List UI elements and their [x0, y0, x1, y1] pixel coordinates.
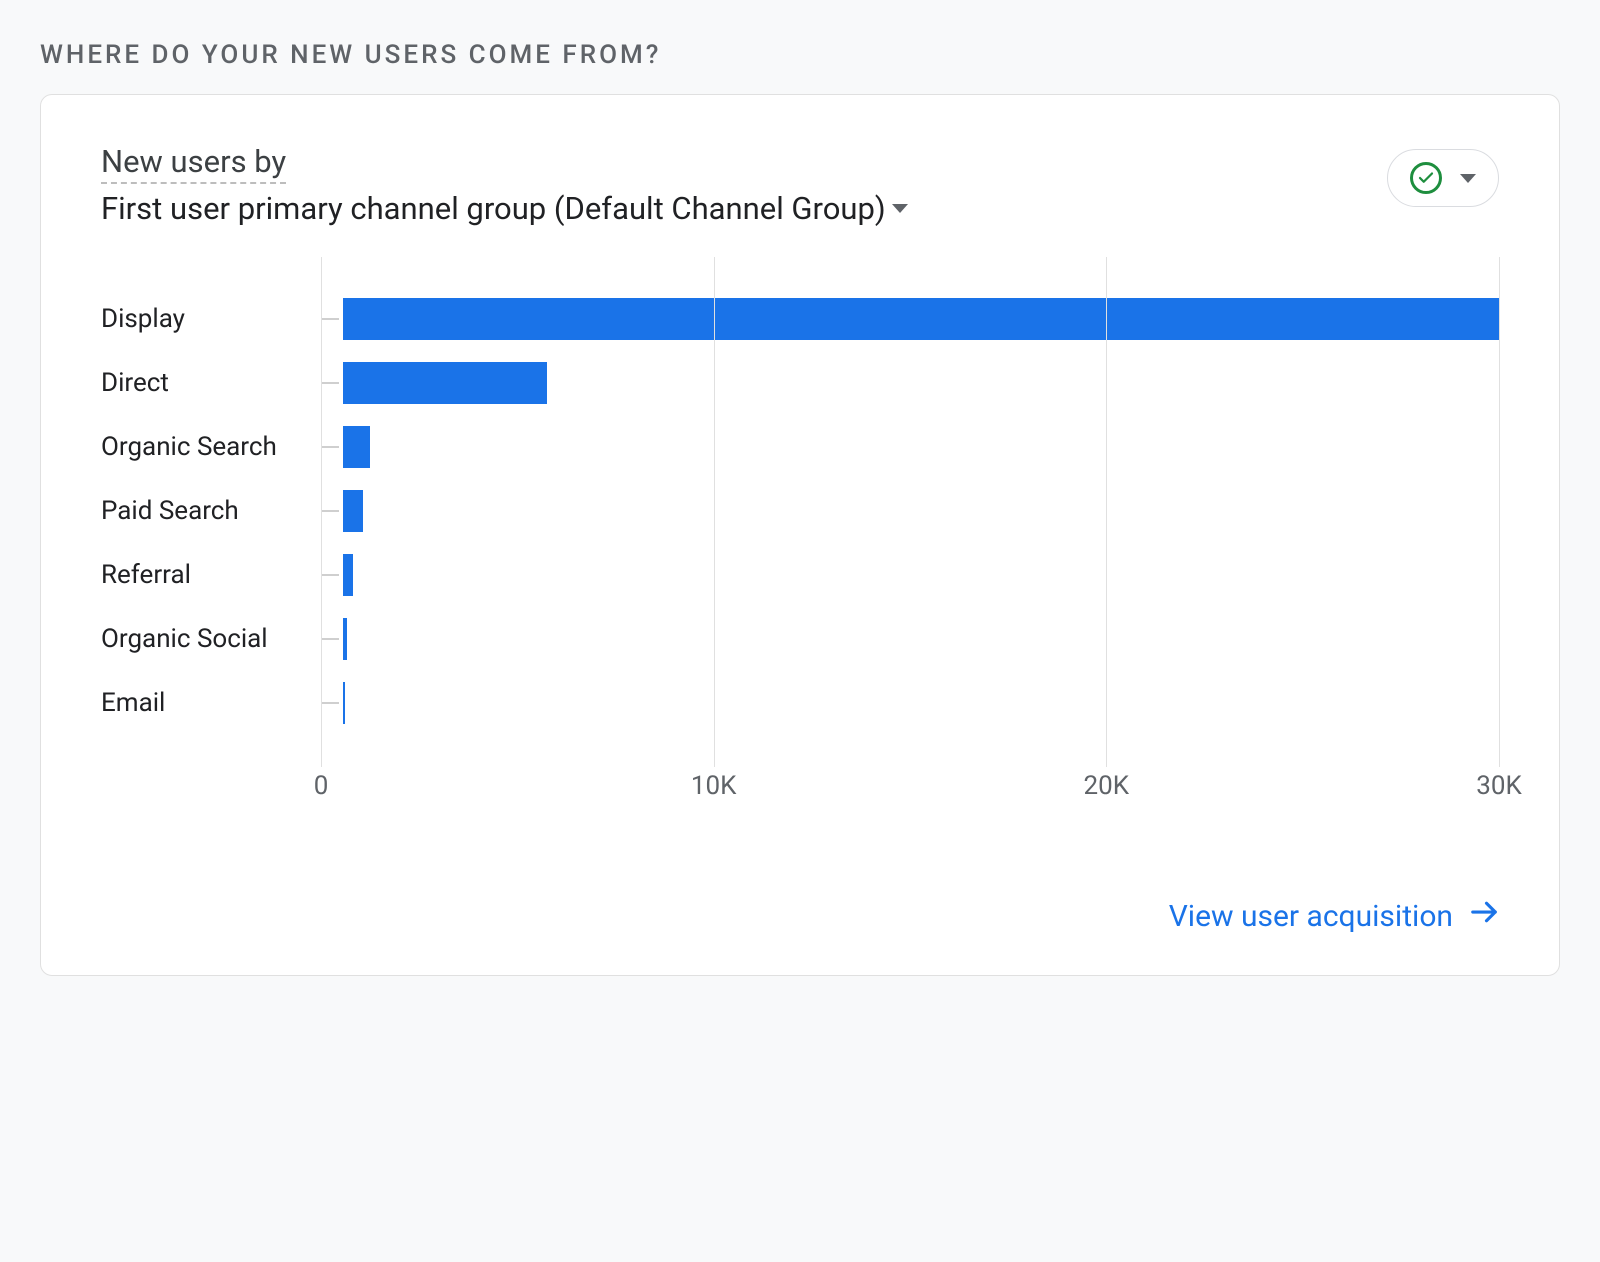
bars-container [321, 287, 1499, 735]
bar[interactable] [343, 618, 347, 660]
bar[interactable] [343, 426, 370, 468]
gridline [1499, 257, 1500, 767]
bar-tick [321, 638, 339, 640]
arrow-right-icon [1469, 897, 1499, 935]
bar-row [321, 415, 1499, 479]
dimension-label: First user primary channel group (Defaul… [101, 190, 886, 227]
bar[interactable] [343, 362, 547, 404]
gridline [1106, 257, 1107, 767]
view-acquisition-label: View user acquisition [1169, 899, 1453, 934]
view-acquisition-link[interactable]: View user acquisition [1169, 897, 1499, 935]
bar-tick [321, 702, 339, 704]
bar-chart: Display Direct Organic Search Paid Searc… [101, 257, 1499, 797]
y-axis-label: Paid Search [101, 479, 321, 543]
card-header: New users by First user primary channel … [101, 143, 1499, 227]
metric-label[interactable]: New users by [101, 143, 286, 184]
bar-row [321, 479, 1499, 543]
bar[interactable] [343, 490, 363, 532]
caret-down-icon [1460, 174, 1476, 183]
bar[interactable] [343, 554, 353, 596]
bar-tick [321, 446, 339, 448]
section-title: WHERE DO YOUR NEW USERS COME FROM? [40, 40, 1560, 70]
x-axis: 010K20K30K [321, 767, 1499, 797]
status-dropdown[interactable] [1387, 149, 1499, 207]
card-titles: New users by First user primary channel … [101, 143, 1387, 227]
bar-row [321, 543, 1499, 607]
bar-tick [321, 318, 339, 320]
caret-down-icon [892, 204, 908, 213]
bar-row [321, 607, 1499, 671]
plot-area: 010K20K30K [321, 257, 1499, 797]
y-axis-label: Organic Social [101, 607, 321, 671]
bar-tick [321, 382, 339, 384]
y-axis-labels: Display Direct Organic Search Paid Searc… [101, 257, 321, 797]
bar-tick [321, 510, 339, 512]
y-axis-label: Organic Search [101, 415, 321, 479]
acquisition-card: New users by First user primary channel … [40, 94, 1560, 976]
card-footer: View user acquisition [101, 897, 1499, 935]
x-tick-label: 0 [314, 771, 329, 801]
y-axis-label: Referral [101, 543, 321, 607]
x-tick-label: 20K [1084, 771, 1130, 801]
gridline [321, 257, 322, 767]
bar-row [321, 351, 1499, 415]
x-tick-label: 30K [1476, 771, 1522, 801]
bar-row [321, 671, 1499, 735]
bar-row [321, 287, 1499, 351]
y-axis-label: Display [101, 287, 321, 351]
bar[interactable] [343, 298, 1499, 340]
y-axis-label: Direct [101, 351, 321, 415]
bar[interactable] [343, 682, 345, 724]
gridline [714, 257, 715, 767]
check-circle-icon [1410, 162, 1442, 194]
bar-tick [321, 574, 339, 576]
y-axis-label: Email [101, 671, 321, 735]
x-tick-label: 10K [691, 771, 737, 801]
dimension-selector[interactable]: First user primary channel group (Defaul… [101, 190, 1387, 227]
